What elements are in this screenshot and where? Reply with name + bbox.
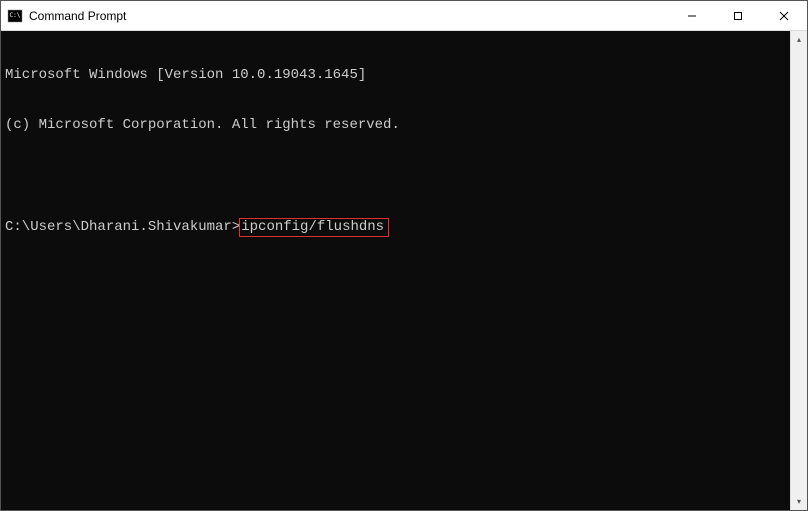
scroll-track[interactable] xyxy=(791,48,807,493)
terminal-output[interactable]: Microsoft Windows [Version 10.0.19043.16… xyxy=(1,31,790,510)
window-title: Command Prompt xyxy=(29,9,669,23)
svg-text:C:\: C:\ xyxy=(10,12,21,19)
command-highlight: ipconfig/flushdns xyxy=(239,218,389,237)
scroll-down-button[interactable]: ▾ xyxy=(791,493,807,510)
maximize-button[interactable] xyxy=(715,1,761,30)
blank-line xyxy=(5,167,786,184)
window-controls xyxy=(669,1,807,30)
version-line: Microsoft Windows [Version 10.0.19043.16… xyxy=(5,67,786,84)
minimize-button[interactable] xyxy=(669,1,715,30)
prompt-line: C:\Users\Dharani.Shivakumar>ipconfig/flu… xyxy=(5,218,786,237)
vertical-scrollbar[interactable]: ▴ ▾ xyxy=(790,31,807,510)
command-prompt-window: C:\ Command Prompt Microsoft Windows [Ve… xyxy=(0,0,808,511)
terminal-container: Microsoft Windows [Version 10.0.19043.16… xyxy=(1,31,807,510)
scroll-up-button[interactable]: ▴ xyxy=(791,31,807,48)
copyright-line: (c) Microsoft Corporation. All rights re… xyxy=(5,117,786,134)
prompt-path: C:\Users\Dharani.Shivakumar> xyxy=(5,219,240,236)
close-button[interactable] xyxy=(761,1,807,30)
titlebar[interactable]: C:\ Command Prompt xyxy=(1,1,807,31)
cmd-icon: C:\ xyxy=(7,8,23,24)
